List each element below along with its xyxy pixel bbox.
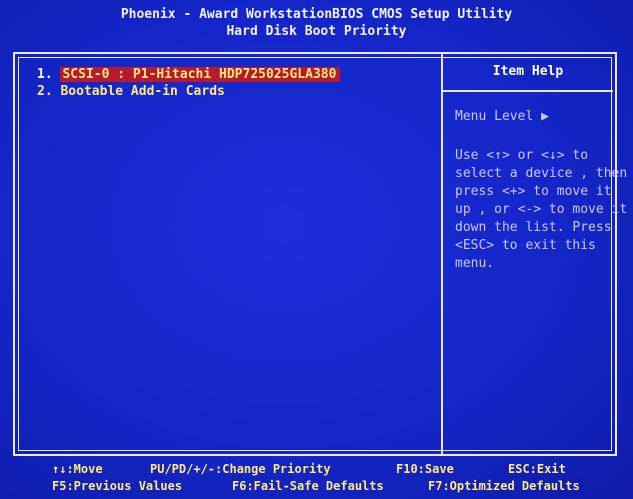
key-failsafe-defaults: F6:Fail-Safe Defaults <box>232 479 384 493</box>
header: Phoenix - Award WorkstationBIOS CMOS Set… <box>0 6 633 40</box>
boot-item-device[interactable]: Bootable Add-in Cards <box>60 84 224 99</box>
key-change-priority: PU/PD/+/-:Change Priority <box>150 462 331 476</box>
page-title: Hard Disk Boot Priority <box>226 24 407 39</box>
utility-title: Phoenix - Award WorkstationBIOS CMOS Set… <box>120 7 513 22</box>
help-text: Use <↑> or <↓> to select a device , then… <box>455 148 628 271</box>
key-optimized-defaults: F7:Optimized Defaults <box>428 479 580 493</box>
boot-item-device[interactable]: SCSI-0 : P1-Hitachi HDP725025GLA380 <box>60 67 341 82</box>
boot-item-1[interactable]: 1. SCSI-0 : P1-Hitachi HDP725025GLA380 <box>37 66 341 83</box>
boot-item-number: 1. <box>37 67 53 82</box>
bios-screen: Phoenix - Award WorkstationBIOS CMOS Set… <box>0 0 633 499</box>
item-help-title: Item Help <box>492 64 564 79</box>
key-move: ↑↓:Move <box>52 462 103 476</box>
help-separator <box>443 90 613 92</box>
key-previous-values: F5:Previous Values <box>52 479 183 493</box>
key-save: F10:Save <box>396 462 454 476</box>
panel-divider <box>441 54 443 454</box>
boot-item-number: 2. <box>37 84 53 99</box>
boot-item-2[interactable]: 2. Bootable Add-in Cards <box>37 83 225 100</box>
menu-level: Menu Level ▶ <box>455 109 549 124</box>
main-frame: 1. SCSI-0 : P1-Hitachi HDP725025GLA380 2… <box>13 52 628 456</box>
key-exit: ESC:Exit <box>508 462 566 476</box>
